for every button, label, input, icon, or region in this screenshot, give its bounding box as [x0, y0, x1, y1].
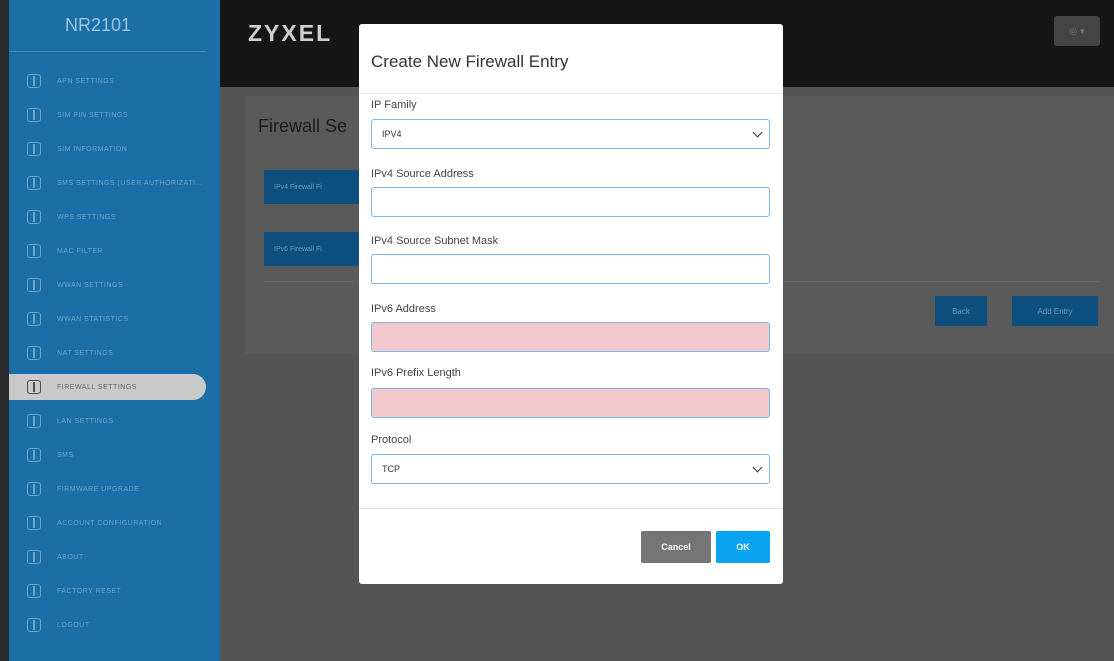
device-model: NR2101 — [9, 0, 206, 52]
sidebar-item-sms-settings[interactable]: SMS SETTINGS (USER AUTHORIZATION) — [9, 166, 220, 200]
ip-family-value: IPV4 — [382, 129, 402, 139]
sidebar-item-sim-information[interactable]: SIM INFORMATION — [9, 132, 220, 166]
sidebar-item-mac-filter[interactable]: MAC FILTER — [9, 234, 220, 268]
sidebar-item-about[interactable]: ABOUT — [9, 540, 220, 574]
box-icon — [27, 312, 41, 326]
sidebar-item-account-configuration[interactable]: ACCOUNT CONFIGURATION — [9, 506, 220, 540]
sidebar-item-label: ACCOUNT CONFIGURATION — [57, 519, 163, 527]
ok-button[interactable]: OK — [716, 531, 770, 563]
box-icon — [27, 244, 41, 258]
sidebar-item-label: MAC FILTER — [57, 247, 104, 255]
sidebar-item-label: NAT SETTINGS — [57, 349, 114, 357]
ipv6-firewall-button[interactable]: IPv6 Firewall Fi — [264, 232, 364, 266]
sidebar-item-label: FACTORY RESET — [57, 587, 122, 595]
sidebar-item-wwan-statistics[interactable]: WWAN STATISTICS — [9, 302, 220, 336]
protocol-label: Protocol — [371, 434, 412, 446]
user-menu-button[interactable]: ◎ ▾ — [1054, 16, 1100, 46]
sidebar-item-factory-reset[interactable]: FACTORY RESET — [9, 574, 220, 608]
sidebar-item-label: LOGOUT — [57, 621, 90, 629]
sidebar-item-lan-settings[interactable]: LAN SETTINGS — [9, 404, 220, 438]
sidebar-menu: APN SETTINGS SIM PIN SETTINGS SIM INFORM… — [9, 64, 220, 642]
user-icon: ◎ — [1069, 25, 1078, 36]
sidebar-item-label: FIREWALL SETTINGS — [57, 383, 137, 391]
chevron-down-icon: ▾ — [1080, 25, 1085, 36]
box-icon — [27, 584, 41, 598]
cancel-button[interactable]: Cancel — [641, 531, 711, 563]
ipv6-address-input[interactable] — [371, 322, 770, 352]
box-icon — [27, 380, 41, 394]
ipv4-source-address-input[interactable] — [371, 187, 770, 217]
chevron-down-icon — [752, 462, 763, 473]
sidebar-item-label: LAN SETTINGS — [57, 417, 114, 425]
sidebar-item-wps-settings[interactable]: WPS SETTINGS — [9, 200, 220, 234]
sidebar-item-firewall-settings[interactable]: FIREWALL SETTINGS — [9, 370, 220, 404]
box-icon — [27, 482, 41, 496]
divider — [359, 508, 783, 509]
sidebar-item-label: SMS — [57, 451, 74, 459]
sidebar-item-logout[interactable]: LOGOUT — [9, 608, 220, 642]
box-icon — [27, 74, 41, 88]
ipv6-prefix-length-label: IPv6 Prefix Length — [371, 367, 461, 379]
box-icon — [27, 550, 41, 564]
page-title: Firewall Se — [258, 116, 348, 136]
box-icon — [27, 142, 41, 156]
sidebar-item-label: APN SETTINGS — [57, 77, 115, 85]
ipv6-address-label: IPv6 Address — [371, 303, 436, 315]
box-icon — [27, 278, 41, 292]
sidebar-item-sim-pin-settings[interactable]: SIM PIN SETTINGS — [9, 98, 220, 132]
back-button[interactable]: Back — [935, 296, 987, 326]
sidebar-item-sms[interactable]: SMS — [9, 438, 220, 472]
ipv4-source-subnet-mask-input[interactable] — [371, 254, 770, 284]
sidebar-item-label: WWAN SETTINGS — [57, 281, 124, 289]
box-icon — [27, 618, 41, 632]
sidebar-item-nat-settings[interactable]: NAT SETTINGS — [9, 336, 220, 370]
sidebar-item-label: SMS SETTINGS (USER AUTHORIZATION) — [57, 179, 207, 187]
create-firewall-entry-dialog: Create New Firewall Entry IP Family IPV4… — [359, 24, 783, 584]
box-icon — [27, 346, 41, 360]
sidebar-item-label: WPS SETTINGS — [57, 213, 116, 221]
sidebar-item-firmware-upgrade[interactable]: FIRMWARE UPGRADE — [9, 472, 220, 506]
box-icon — [27, 108, 41, 122]
dialog-title: Create New Firewall Entry — [371, 52, 569, 71]
divider — [359, 93, 783, 94]
protocol-value: TCP — [382, 464, 400, 474]
protocol-select[interactable]: TCP — [371, 454, 770, 484]
sidebar-item-wwan-settings[interactable]: WWAN SETTINGS — [9, 268, 220, 302]
chevron-down-icon — [752, 127, 763, 138]
box-icon — [27, 448, 41, 462]
sidebar-item-label: SIM INFORMATION — [57, 145, 128, 153]
ip-family-select[interactable]: IPV4 — [371, 119, 770, 149]
box-icon — [27, 210, 41, 224]
add-entry-button[interactable]: Add Entry — [1012, 296, 1098, 326]
box-icon — [27, 176, 41, 190]
ipv4-source-subnet-mask-label: IPv4 Source Subnet Mask — [371, 235, 499, 247]
sidebar: NR2101 APN SETTINGS SIM PIN SETTINGS SIM… — [0, 0, 220, 661]
sidebar-item-label: FIRMWARE UPGRADE — [57, 485, 140, 493]
box-icon — [27, 414, 41, 428]
ipv4-firewall-button[interactable]: IPv4 Firewall Fi — [264, 170, 364, 204]
box-icon — [27, 516, 41, 530]
sidebar-item-label: SIM PIN SETTINGS — [57, 111, 129, 119]
ipv4-source-address-label: IPv4 Source Address — [371, 168, 474, 180]
ip-family-label: IP Family — [371, 99, 417, 111]
sidebar-item-label: ABOUT — [57, 553, 84, 561]
zyxel-logo: ZYXEL — [248, 20, 333, 46]
sidebar-item-label: WWAN STATISTICS — [57, 315, 129, 323]
sidebar-item-apn-settings[interactable]: APN SETTINGS — [9, 64, 220, 98]
ipv6-prefix-length-input[interactable] — [371, 388, 770, 418]
